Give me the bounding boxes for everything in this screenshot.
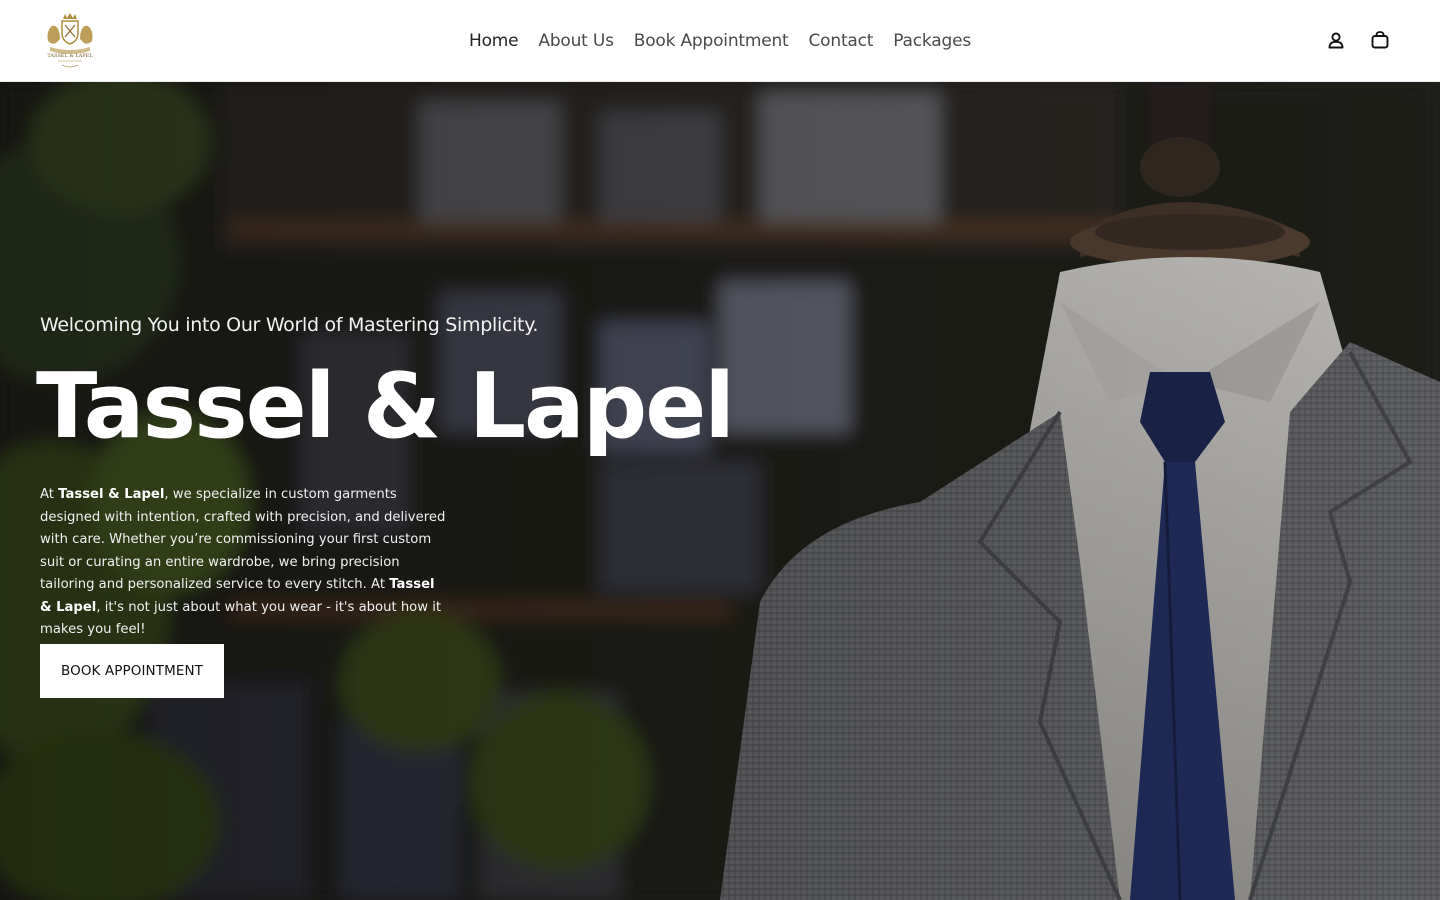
header-actions	[1326, 29, 1390, 51]
nav-link-home[interactable]: Home	[459, 31, 528, 51]
hero-desc-part: At	[40, 487, 59, 502]
cart-icon[interactable]	[1370, 29, 1390, 51]
hero-title: Tassel & Lapel	[36, 354, 735, 459]
nav-link-contact[interactable]: Contact	[799, 31, 884, 51]
nav-link-book-appointment[interactable]: Book Appointment	[624, 31, 799, 51]
crest-logo-icon: TASSEL & LAPEL	[47, 13, 93, 68]
hero-description: At Tassel & Lapel, we specialize in cust…	[40, 484, 450, 642]
hero-desc-part: , it's not just about what you wear - it…	[40, 599, 442, 638]
main-nav: Home About Us Book Appointment Contact P…	[0, 0, 1440, 82]
site-header: TASSEL & LAPEL Home About Us Book Appoin…	[0, 0, 1440, 82]
brand-name-text: TASSEL & LAPEL	[47, 53, 93, 59]
hero-section: Welcoming You into Our World of Masterin…	[0, 82, 1440, 900]
hero-desc-part: , we specialize in custom garments desig…	[40, 487, 446, 592]
account-icon[interactable]	[1326, 29, 1346, 51]
book-appointment-button[interactable]: BOOK APPOINTMENT	[40, 644, 224, 698]
brand-logo[interactable]: TASSEL & LAPEL	[40, 11, 100, 71]
hero-desc-brand: Tassel & Lapel	[58, 487, 165, 502]
nav-link-about-us[interactable]: About Us	[528, 31, 623, 51]
hero-kicker: Welcoming You into Our World of Masterin…	[40, 314, 539, 336]
nav-link-packages[interactable]: Packages	[883, 31, 981, 51]
